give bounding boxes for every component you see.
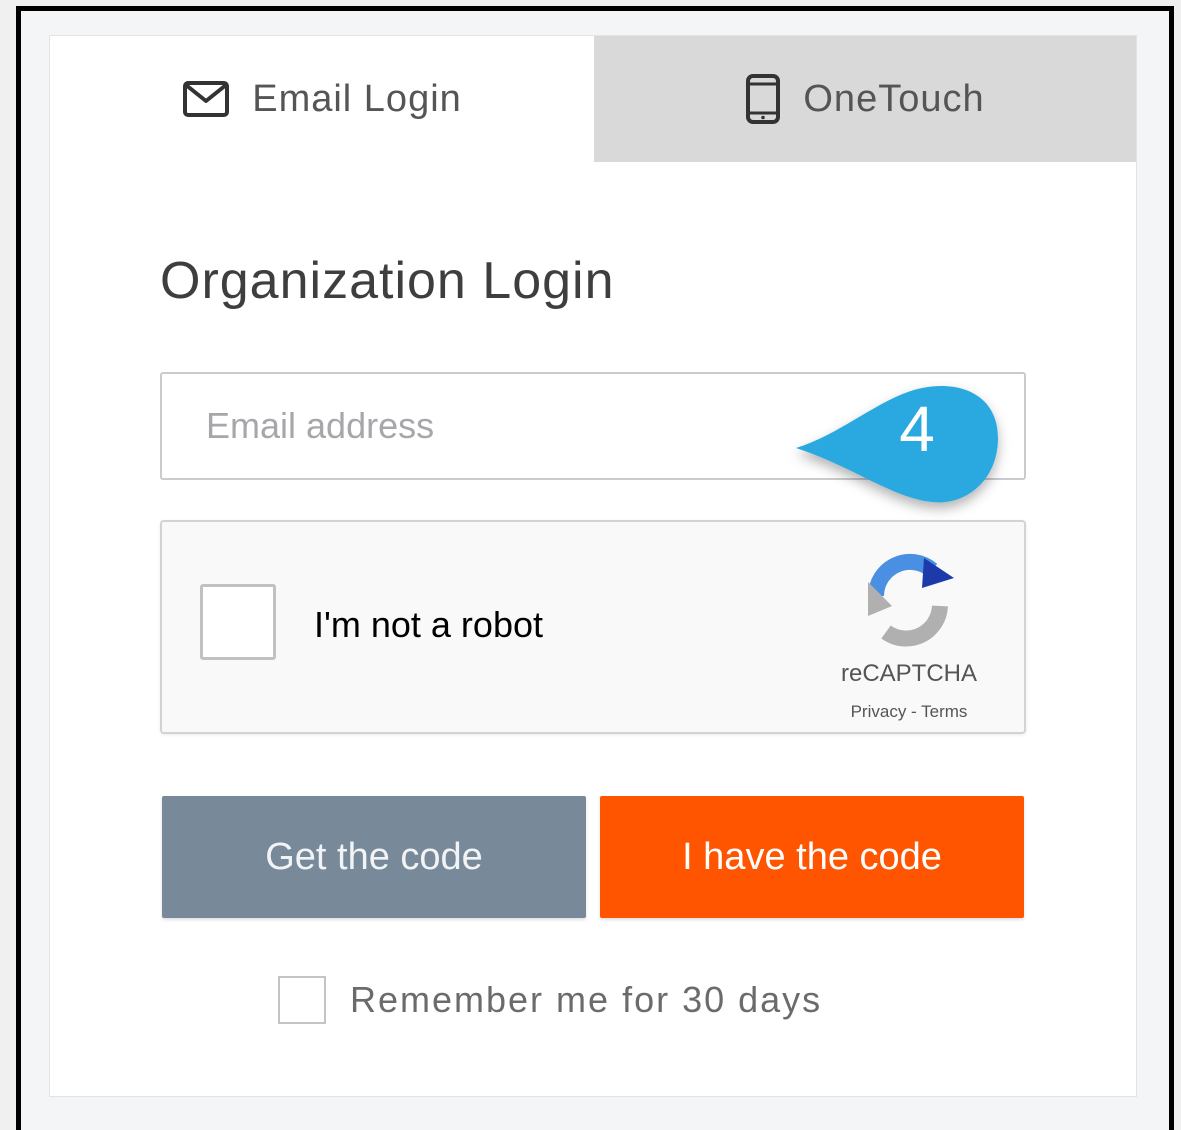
callout-number: 4 [899,393,935,465]
tab-onetouch-label: OneTouch [803,77,985,120]
page-title: Organization Login [160,252,615,310]
get-the-code-button[interactable]: Get the code [162,796,586,918]
recaptcha-widget: I'm not a robot reCAPTCHA Privacy - Term… [160,520,1026,734]
recaptcha-brand: reCAPTCHA [840,660,978,687]
step-callout-badge: 4 [762,356,1002,504]
mobile-phone-icon [745,73,781,125]
login-tabs: Email Login OneTouch [50,36,1136,162]
recaptcha-checkbox[interactable] [200,584,276,660]
tab-email-login-label: Email Login [252,77,462,120]
recaptcha-label: I'm not a robot [314,604,543,645]
remember-me-control[interactable]: Remember me for 30 days [278,974,822,1026]
login-card: Email Login OneTouch Organization Login [49,35,1137,1097]
envelope-icon [182,80,230,118]
tab-onetouch[interactable]: OneTouch [594,36,1136,162]
screenshot-frame: Email Login OneTouch Organization Login [16,6,1174,1130]
remember-me-label: Remember me for 30 days [350,979,823,1020]
remember-me-checkbox[interactable] [278,976,326,1024]
tab-email-login[interactable]: Email Login [50,36,594,162]
recaptcha-privacy-terms-link[interactable]: Privacy - Terms [824,702,994,722]
i-have-the-code-button[interactable]: I have the code [600,796,1024,918]
recaptcha-logo-icon [862,552,958,648]
